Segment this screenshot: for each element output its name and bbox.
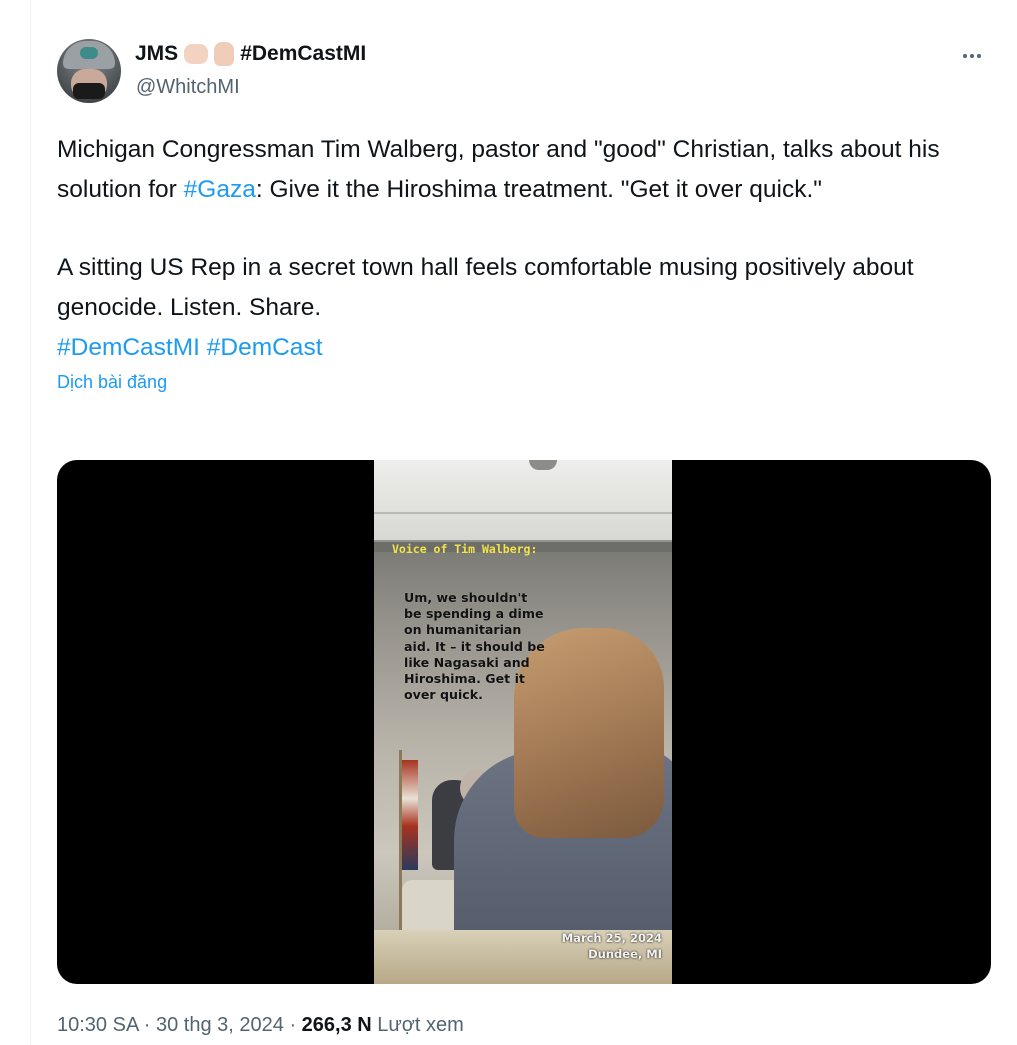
display-name-suffix[interactable]: #DemCastMI (240, 42, 366, 66)
quote-line: on humanitarian (404, 622, 522, 638)
scene-ceiling-line (374, 512, 672, 514)
quote-line: Hiroshima. Get it (404, 671, 525, 687)
scene-ceiling (374, 460, 672, 540)
video-location: Dundee, MI (588, 947, 662, 961)
video-frame: Voice of Tim Walberg: Um, we shouldn't b… (374, 460, 672, 984)
avatar-mask (73, 83, 105, 99)
tweet-paragraph-1: Michigan Congressman Tim Walberg, pastor… (57, 130, 992, 210)
video-caption-title: Voice of Tim Walberg: (392, 542, 538, 556)
user-handle[interactable]: @WhitchMI (136, 76, 240, 99)
more-dot (970, 54, 974, 58)
raised-hand-emoji (214, 42, 235, 66)
views-label: Lượt xem (377, 1014, 464, 1036)
timeline-border (30, 0, 31, 1045)
tweet-date[interactable]: 30 thg 3, 2024 (156, 1014, 284, 1036)
display-name[interactable]: JMS (135, 42, 178, 66)
hashtag-demcast[interactable]: #DemCast (207, 334, 323, 361)
video-quote: Um, we shouldn't be spending a dime on h… (404, 590, 574, 703)
video-player[interactable]: Voice of Tim Walberg: Um, we shouldn't b… (57, 460, 991, 984)
tweet-text: Michigan Congressman Tim Walberg, pastor… (57, 130, 992, 368)
meta-separator: · (289, 1014, 297, 1036)
video-date: March 25, 2024 (561, 931, 662, 945)
avatar-cap-logo (80, 47, 98, 59)
more-dot (977, 54, 981, 58)
video-stamp: March 25, 2024 Dundee, MI (562, 930, 662, 962)
meta-separator: · (143, 1014, 151, 1036)
name-row[interactable]: JMS #DemCastMI (135, 42, 366, 66)
quote-line: Um, we shouldn't (404, 590, 528, 605)
tweet-text-part: : Give it the Hiroshima treatment. "Get … (255, 176, 822, 203)
more-dot (963, 54, 967, 58)
scene-flag (402, 760, 418, 870)
hashtag-gaza[interactable]: #Gaza (184, 176, 256, 203)
pointing-hand-emoji (184, 44, 209, 64)
hashtag-demcastmi[interactable]: #DemCastMI (57, 334, 200, 361)
tweet-paragraph-2: A sitting US Rep in a secret town hall f… (57, 254, 914, 321)
quote-line: over quick. (404, 687, 483, 703)
quote-line: be spending a dime (404, 606, 544, 622)
tweet-time[interactable]: 10:30 SA (57, 1014, 138, 1036)
tweet-meta: 10:30 SA · 30 thg 3, 2024 · 266,3 N Lượt… (57, 1014, 464, 1037)
more-options-icon[interactable] (954, 42, 990, 70)
views-count: 266,3 N (301, 1014, 372, 1036)
tweet: JMS #DemCastMI @WhitchMI Michigan Congre… (57, 36, 992, 1036)
quote-line: like Nagasaki and (404, 654, 530, 670)
tweet-header: JMS #DemCastMI @WhitchMI (57, 36, 992, 108)
avatar[interactable] (57, 39, 121, 103)
quote-line: aid. It – it should be (404, 638, 545, 654)
tweet-hashtags: #DemCastMI #DemCast (57, 328, 992, 368)
translate-post-link[interactable]: Dịch bài đăng (57, 372, 992, 393)
